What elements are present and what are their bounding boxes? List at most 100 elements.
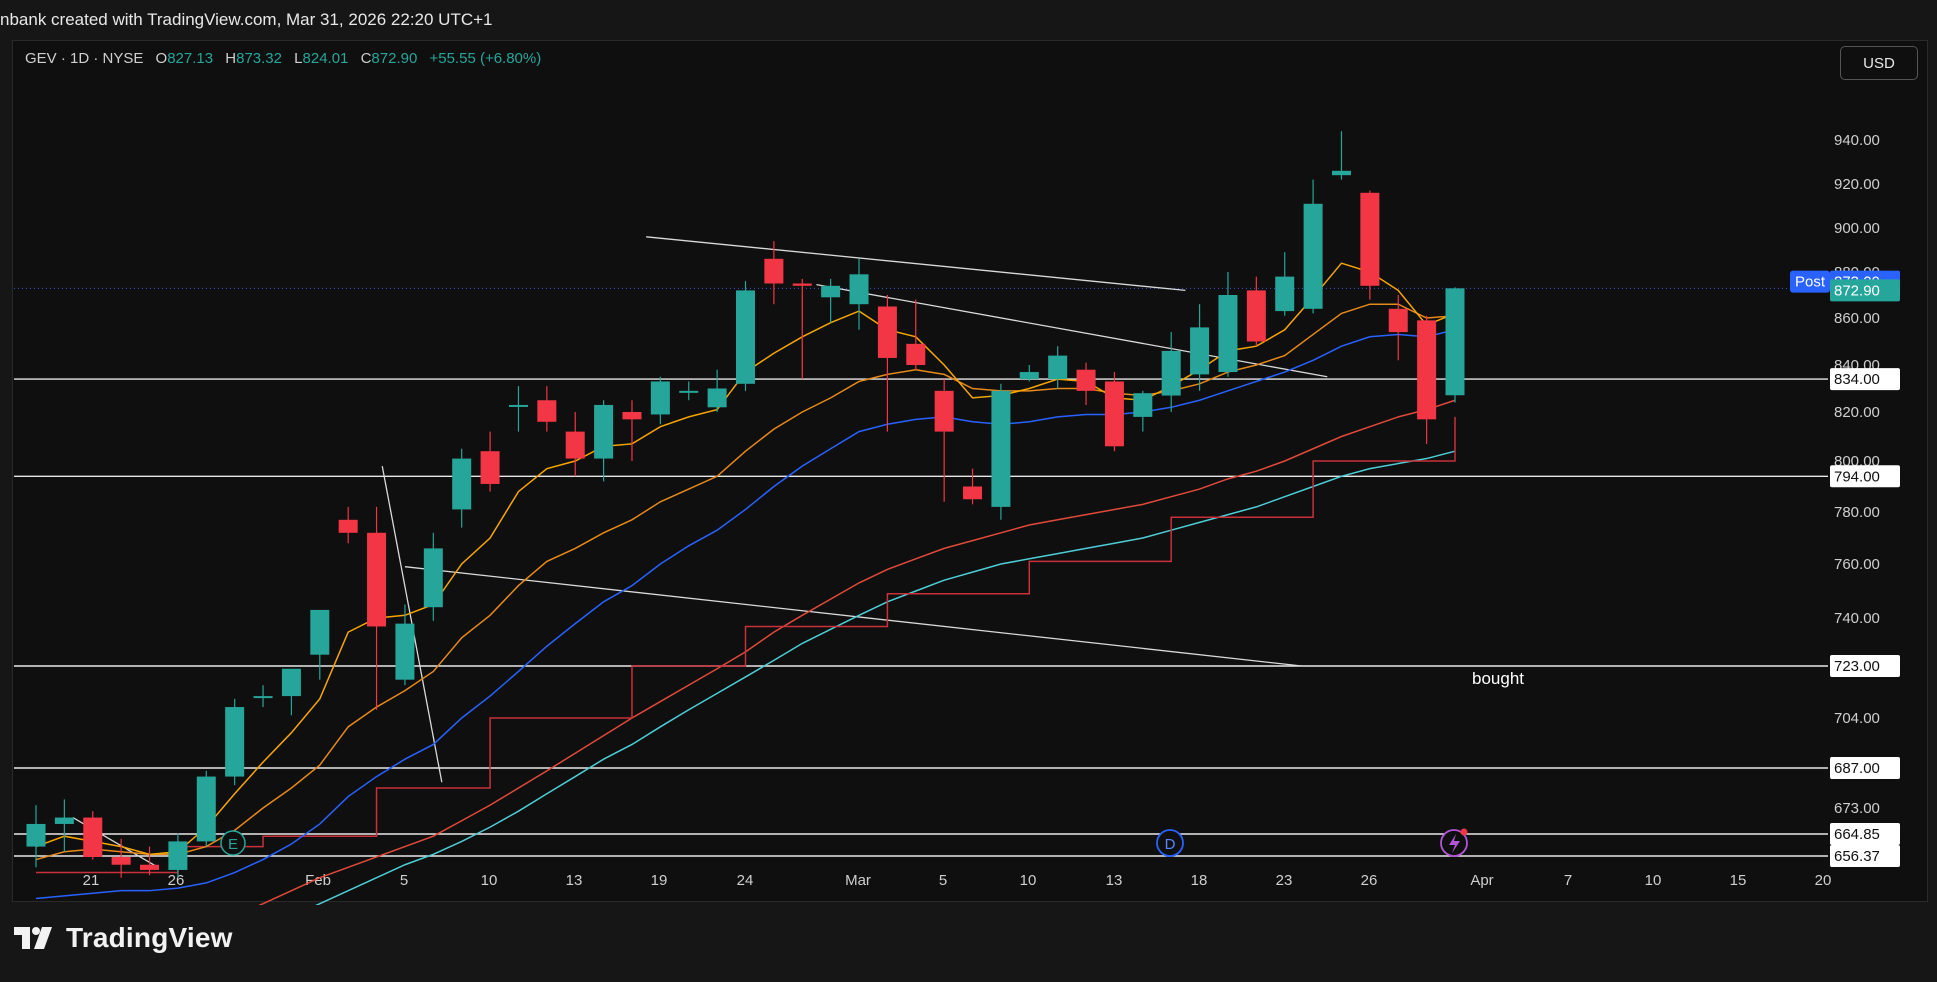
candle-body (452, 458, 472, 510)
x-tick-label: 10 (1020, 872, 1037, 889)
close-label: C (360, 50, 372, 67)
candle-body (707, 388, 727, 408)
candle-body (906, 343, 926, 365)
candle-body (1360, 192, 1380, 286)
x-tick-label: 10 (481, 872, 498, 889)
candle-body (225, 707, 245, 777)
candle-body (877, 306, 897, 358)
candle-body (736, 290, 755, 384)
x-tick-label: 24 (737, 872, 754, 889)
candle-body (1104, 381, 1124, 447)
y-tick-label: 704.00 (1834, 710, 1880, 727)
low-value: 824.01 (302, 50, 349, 67)
level-label: 664.85 (1834, 826, 1880, 843)
trend-line (646, 236, 1186, 292)
candle-body (253, 696, 273, 699)
x-tick-label: 10 (1645, 872, 1662, 889)
tradingview-logo[interactable]: TradingView (14, 922, 233, 954)
candle-body (281, 668, 301, 697)
candle-body (1133, 393, 1153, 417)
candle-body (480, 451, 500, 484)
y-tick-label: 940.00 (1834, 132, 1880, 149)
bought-annotation: bought (1472, 669, 1524, 688)
earnings-marker-label: E (228, 836, 238, 853)
candle-body (1388, 308, 1408, 333)
candle-body (764, 258, 784, 284)
x-tick-label: 13 (1106, 872, 1123, 889)
low-label: L (294, 50, 303, 67)
candle-body (565, 431, 585, 459)
candle-body (622, 412, 642, 420)
high-label: H (225, 50, 237, 67)
candle-body (168, 841, 188, 870)
y-tick-label: 860.00 (1834, 310, 1880, 327)
tradingview-logo-icon (14, 927, 52, 949)
footer (0, 905, 1937, 982)
x-tick-label: 7 (1564, 872, 1572, 889)
candle-body (338, 519, 358, 533)
candle-body (1275, 276, 1295, 312)
candle-body (1190, 327, 1210, 375)
candle-body (1019, 372, 1039, 380)
dividend-marker-label: D (1165, 836, 1176, 853)
candle-body (508, 404, 528, 407)
candle-body (792, 283, 812, 286)
candle-body (849, 274, 869, 305)
symbol-legend: GEV · 1D · NYSE O827.13 H873.32 L824.01 … (25, 50, 541, 67)
tradingview-wordmark: TradingView (66, 922, 233, 953)
trend-line (404, 566, 1302, 667)
candle-body (1048, 355, 1068, 380)
x-tick-label: 15 (1730, 872, 1747, 889)
x-tick-label: 20 (1815, 872, 1832, 889)
level-label: 723.00 (1834, 658, 1880, 675)
candle-body (679, 390, 699, 393)
y-tick-label: 900.00 (1834, 220, 1880, 237)
news-dot (1460, 828, 1468, 836)
price-chart[interactable]: 21 26 Feb 5 10 13 19 24 Mar 5 10 13 18 23 26 Apr 7 10 15 20… (0, 0, 1937, 905)
candle-body (537, 400, 557, 422)
y-tick-label: 673.00 (1834, 800, 1880, 817)
post-label: Post (1795, 274, 1826, 291)
y-tick-label: 760.00 (1834, 556, 1880, 573)
y-tick-label: 820.00 (1834, 404, 1880, 421)
x-tick-label: 13 (566, 872, 583, 889)
x-tick-label: 26 (168, 872, 185, 889)
blue-moving-average (35, 329, 1456, 900)
candle-body (54, 817, 74, 824)
x-tick-label: 19 (651, 872, 668, 889)
level-label: 834.00 (1834, 371, 1880, 388)
candle-body (1445, 288, 1465, 396)
x-tick-label: 23 (1276, 872, 1293, 889)
x-tick-label: Mar (845, 872, 871, 889)
candle-body (310, 609, 330, 655)
candle-body (1331, 170, 1351, 176)
candle-body (650, 381, 670, 415)
candle-body (83, 817, 103, 857)
last-price: 872.90 (1834, 282, 1880, 299)
level-label: 656.37 (1834, 848, 1880, 865)
candle-body (196, 776, 216, 842)
candle-body (367, 532, 387, 627)
candle-body (991, 390, 1011, 507)
currency-button[interactable]: USD (1840, 46, 1918, 80)
candle-body (1161, 350, 1181, 396)
candle-body (594, 404, 614, 459)
x-tick-label: 26 (1361, 872, 1378, 889)
x-tick-label: 5 (939, 872, 947, 889)
x-tick-label: 21 (83, 872, 100, 889)
candle-body (395, 623, 415, 680)
teal-moving-average (315, 450, 1456, 905)
candle-body (1218, 295, 1238, 373)
open-value: 827.13 (167, 50, 214, 67)
level-label: 794.00 (1834, 468, 1880, 485)
change-value: +55.55 (+6.80%) (429, 50, 542, 67)
candle-body (821, 285, 841, 298)
candle-body (111, 856, 131, 865)
candle-body (1246, 290, 1266, 342)
high-value: 873.32 (236, 50, 282, 67)
x-tick-label: 5 (400, 872, 408, 889)
candle-body (423, 548, 443, 608)
candle-body (26, 823, 46, 847)
x-tick-label: 18 (1191, 872, 1208, 889)
symbol-name: GEV · 1D · NYSE (25, 50, 144, 67)
